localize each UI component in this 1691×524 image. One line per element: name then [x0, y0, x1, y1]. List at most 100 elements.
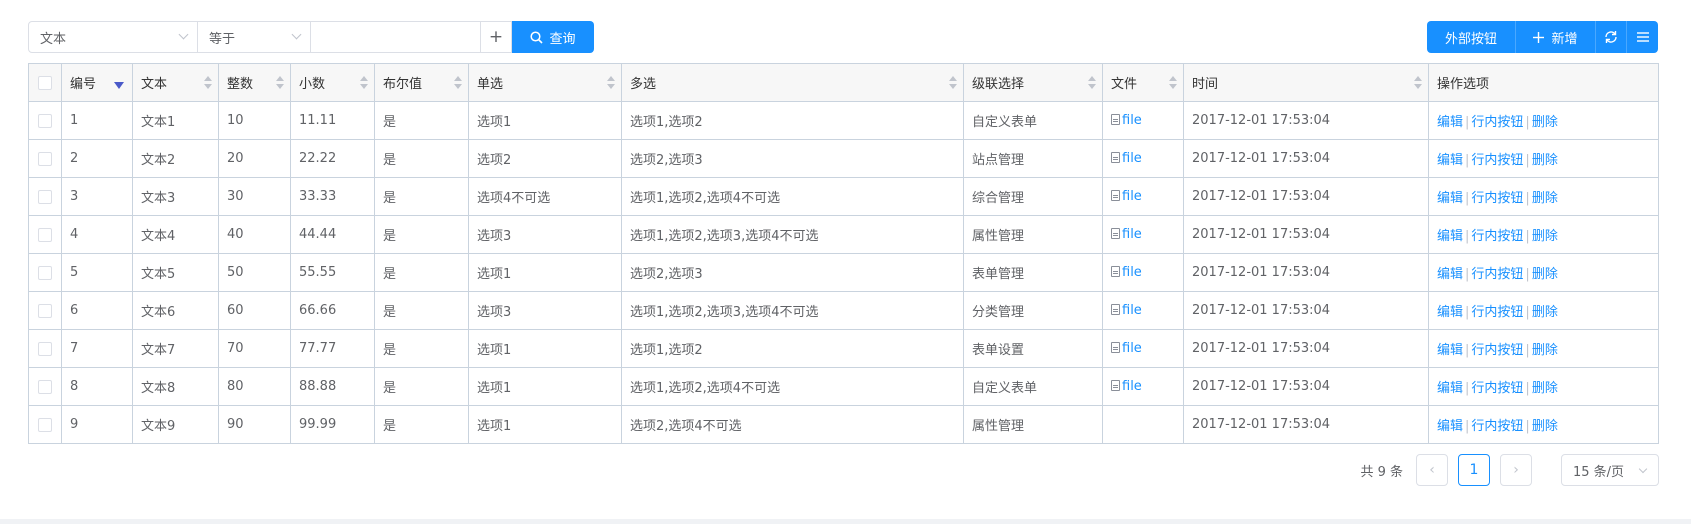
file-link[interactable]: file: [1122, 341, 1142, 356]
sort-icon[interactable]: [949, 76, 957, 90]
file-link[interactable]: file: [1122, 227, 1142, 242]
file-link[interactable]: file: [1122, 265, 1142, 280]
column-header[interactable]: 级联选择: [963, 63, 1103, 102]
inline-button-link[interactable]: 行内按钮: [1471, 115, 1523, 130]
select-all-checkbox-cell[interactable]: [28, 63, 62, 102]
file-link[interactable]: file: [1122, 189, 1142, 204]
delete-link[interactable]: 删除: [1532, 191, 1558, 206]
file-link[interactable]: file: [1122, 379, 1142, 394]
cell-cascade: 站点管理: [963, 139, 1103, 178]
edit-link[interactable]: 编辑: [1437, 343, 1463, 358]
edit-link[interactable]: 编辑: [1437, 267, 1463, 282]
file-link[interactable]: file: [1122, 303, 1142, 318]
file-link[interactable]: file: [1122, 113, 1142, 128]
inline-button-link[interactable]: 行内按钮: [1471, 229, 1523, 244]
column-header[interactable]: 文件: [1102, 63, 1184, 102]
row-checkbox[interactable]: [38, 151, 52, 166]
row-checkbox[interactable]: [38, 265, 52, 280]
column-header[interactable]: 整数: [218, 63, 291, 102]
column-header[interactable]: 编号: [61, 63, 133, 102]
row-checkbox[interactable]: [38, 189, 52, 204]
cell-actions: 编辑 | 行内按钮 | 删除: [1428, 405, 1659, 444]
row-checkbox[interactable]: [38, 379, 52, 394]
chevron-down-icon: [291, 29, 302, 40]
file-link[interactable]: file: [1122, 151, 1142, 166]
row-checkbox[interactable]: [38, 113, 52, 128]
search-value-input[interactable]: [310, 21, 481, 53]
field-select[interactable]: 文本: [28, 21, 198, 53]
page-size-select[interactable]: 15 条/页: [1561, 454, 1659, 486]
row-checkbox-cell[interactable]: [28, 101, 62, 140]
sort-icon[interactable]: [360, 76, 368, 90]
row-checkbox[interactable]: [38, 417, 52, 432]
prev-page-button[interactable]: ‹: [1416, 454, 1448, 486]
column-header[interactable]: 小数: [290, 63, 375, 102]
inline-button-link[interactable]: 行内按钮: [1471, 191, 1523, 206]
inline-button-link[interactable]: 行内按钮: [1471, 419, 1523, 434]
edit-link[interactable]: 编辑: [1437, 229, 1463, 244]
cell-multi-select: 选项1,选项2,选项4不可选: [621, 367, 964, 406]
edit-link[interactable]: 编辑: [1437, 153, 1463, 168]
sort-icon[interactable]: [1088, 76, 1096, 90]
add-button-label: 新增: [1551, 31, 1578, 47]
inline-button-link[interactable]: 行内按钮: [1471, 381, 1523, 396]
sort-icon[interactable]: [276, 76, 284, 90]
sort-descending-icon[interactable]: [114, 82, 124, 89]
column-header[interactable]: 布尔值: [374, 63, 469, 102]
column-header-label: 时间: [1192, 77, 1219, 92]
file-icon: [1111, 152, 1120, 163]
inline-button-link[interactable]: 行内按钮: [1471, 153, 1523, 168]
cell-text: 文本7: [132, 329, 219, 368]
row-checkbox-cell[interactable]: [28, 215, 62, 254]
delete-link[interactable]: 删除: [1532, 419, 1558, 434]
sort-icon[interactable]: [1414, 76, 1422, 90]
row-checkbox-cell[interactable]: [28, 139, 62, 178]
sort-icon[interactable]: [607, 76, 615, 90]
row-checkbox-cell[interactable]: [28, 329, 62, 368]
add-condition-button[interactable]: +: [480, 21, 512, 53]
row-checkbox[interactable]: [38, 341, 52, 356]
delete-link[interactable]: 删除: [1532, 305, 1558, 320]
row-checkbox-cell[interactable]: [28, 367, 62, 406]
add-button[interactable]: 新增: [1516, 21, 1596, 53]
row-checkbox[interactable]: [38, 303, 52, 318]
next-page-button[interactable]: ›: [1500, 454, 1532, 486]
operator-select[interactable]: 等于: [197, 21, 311, 53]
sort-icon[interactable]: [454, 76, 462, 90]
edit-link[interactable]: 编辑: [1437, 381, 1463, 396]
inline-button-link[interactable]: 行内按钮: [1471, 267, 1523, 282]
file-icon: [1111, 304, 1120, 315]
delete-link[interactable]: 删除: [1532, 343, 1558, 358]
external-button[interactable]: 外部按钮: [1427, 21, 1516, 53]
row-checkbox-cell[interactable]: [28, 405, 62, 444]
edit-link[interactable]: 编辑: [1437, 191, 1463, 206]
column-header[interactable]: 时间: [1183, 63, 1429, 102]
row-checkbox-cell[interactable]: [28, 253, 62, 292]
sort-icon[interactable]: [204, 76, 212, 90]
sort-icon[interactable]: [1169, 76, 1177, 90]
edit-link[interactable]: 编辑: [1437, 419, 1463, 434]
column-header[interactable]: 单选: [468, 63, 622, 102]
edit-link[interactable]: 编辑: [1437, 305, 1463, 320]
edit-link[interactable]: 编辑: [1437, 115, 1463, 130]
delete-link[interactable]: 删除: [1532, 115, 1558, 130]
delete-link[interactable]: 删除: [1532, 229, 1558, 244]
column-header[interactable]: 多选: [621, 63, 964, 102]
column-header[interactable]: 文本: [132, 63, 219, 102]
column-settings-button[interactable]: [1627, 21, 1658, 53]
row-checkbox-cell[interactable]: [28, 291, 62, 330]
delete-link[interactable]: 删除: [1532, 153, 1558, 168]
row-checkbox[interactable]: [38, 227, 52, 242]
delete-link[interactable]: 删除: [1532, 267, 1558, 282]
page-size-value: 15 条/页: [1573, 464, 1625, 480]
select-all-checkbox[interactable]: [38, 75, 52, 90]
row-checkbox-cell[interactable]: [28, 177, 62, 216]
page-number-button[interactable]: 1: [1458, 454, 1490, 486]
delete-link[interactable]: 删除: [1532, 381, 1558, 396]
inline-button-link[interactable]: 行内按钮: [1471, 305, 1523, 320]
total-count: 共 9 条: [1360, 464, 1403, 480]
inline-button-link[interactable]: 行内按钮: [1471, 343, 1523, 358]
query-button[interactable]: 查询: [512, 21, 594, 53]
table-row: 7 文本7 70 77.77 是 选项1 选项1,选项2 表单设置 file 2…: [28, 329, 1659, 368]
refresh-button[interactable]: [1596, 21, 1627, 53]
